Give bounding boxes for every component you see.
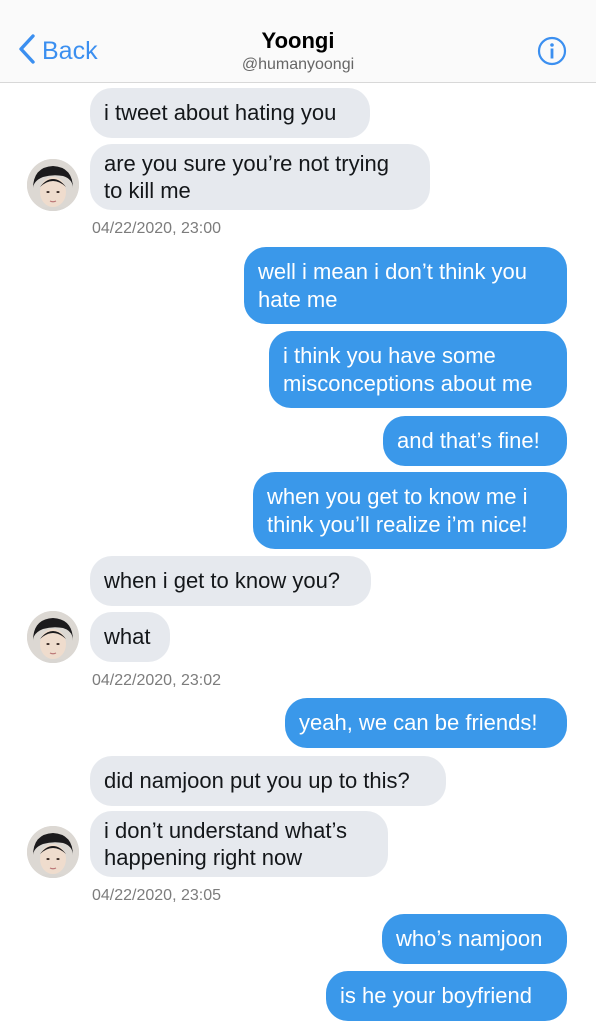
message-text-line: when you get to know me i [267,484,528,509]
info-circle-icon [537,36,567,70]
avatar[interactable] [27,611,79,663]
message-text: when i get to know you? [104,568,341,593]
message-text-line: are you sure you’re not trying [104,151,389,176]
outgoing-message-bubble[interactable]: who’s namjoon [382,914,567,964]
message-text-line: happening right now [104,845,303,870]
message-text: did namjoon put you up to this? [104,768,410,793]
message-timestamp: 04/22/2020, 23:00 [92,220,222,237]
message-text-line: hate me [258,287,338,312]
contact-handle: @humanyoongi [241,56,355,73]
outgoing-message-bubble[interactable]: i think you have some misconceptions abo… [269,331,567,408]
avatar[interactable] [27,159,79,211]
message-text-line: i don’t understand what’s [104,818,347,843]
message-text: i tweet about hating you [104,100,337,125]
message-text-line: well i mean i don’t think you [258,259,528,284]
message-timestamp: 04/22/2020, 23:02 [92,672,222,689]
info-button[interactable] [537,36,567,66]
message-timestamp: 04/22/2020, 23:05 [92,887,222,904]
outgoing-message-bubble[interactable]: when you get to know me i think you’ll r… [253,472,567,549]
outgoing-message-bubble[interactable]: is he your boyfriend [326,971,567,1021]
incoming-message-bubble[interactable]: i don’t understand what’s happening righ… [90,811,388,877]
conversation-header: Back Yoongi @humanyoongi [0,0,596,83]
message-text-line: misconceptions about me [283,371,533,396]
incoming-message-bubble[interactable]: when i get to know you? [90,556,371,606]
message-text: yeah, we can be friends! [299,710,538,735]
message-text: what [104,624,151,649]
contact-name: Yoongi [261,28,335,53]
incoming-message-bubble[interactable]: are you sure you’re not trying to kill m… [90,144,430,210]
message-text: and that’s fine! [397,428,540,453]
outgoing-message-bubble[interactable]: yeah, we can be friends! [285,698,567,748]
message-text-line: think you’ll realize i’m nice! [267,512,528,537]
message-text: who’s namjoon [396,926,543,951]
incoming-message-bubble[interactable]: did namjoon put you up to this? [90,756,446,806]
outgoing-message-bubble[interactable]: and that’s fine! [383,416,567,466]
message-text-line: i think you have some [283,343,496,368]
message-text: is he your boyfriend [340,983,532,1008]
avatar[interactable] [27,826,79,878]
message-text-line: to kill me [104,178,191,203]
incoming-message-bubble[interactable]: what [90,612,170,662]
incoming-message-bubble[interactable]: i tweet about hating you [90,88,370,138]
outgoing-message-bubble[interactable]: well i mean i don’t think you hate me [244,247,567,324]
